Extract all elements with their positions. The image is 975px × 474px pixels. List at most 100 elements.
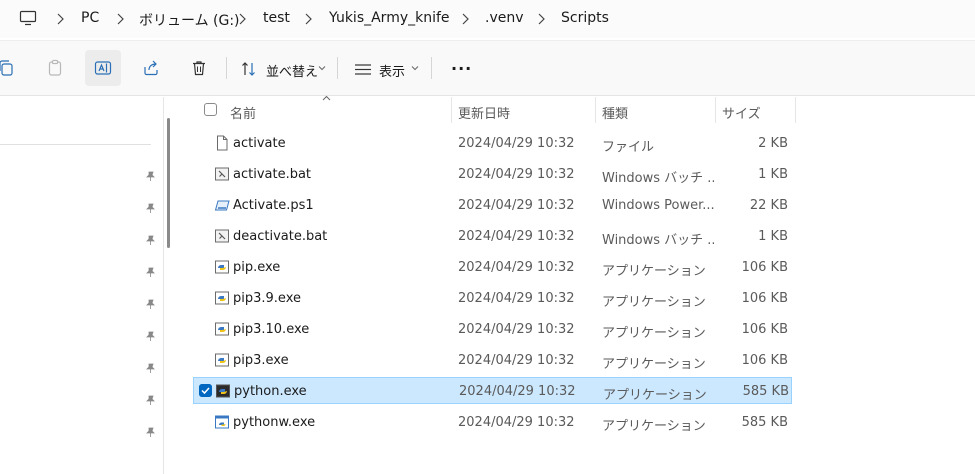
file-date: 2024/04/29 10:32 xyxy=(458,322,575,337)
file-date: 2024/04/29 10:32 xyxy=(458,198,575,213)
breadcrumb-project[interactable]: Yukis_Army_knife xyxy=(329,10,450,26)
view-button[interactable]: 表示 xyxy=(379,61,405,80)
file-name: activate.bat xyxy=(233,167,312,182)
file-row[interactable]: deactivate.bat 2024/04/29 10:32 Windows … xyxy=(193,223,792,250)
file-row[interactable]: pip3.exe 2024/04/29 10:32 アプリケーション 106 K… xyxy=(193,347,792,374)
file-date: 2024/04/29 10:32 xyxy=(458,167,575,182)
file-date: 2024/04/29 10:32 xyxy=(458,353,575,368)
chevron-right-icon[interactable] xyxy=(237,13,247,25)
file-size: 1 KB xyxy=(758,229,788,244)
chevron-right-icon[interactable] xyxy=(536,13,546,25)
sort-button[interactable]: 並べ替え xyxy=(266,61,318,80)
sort-icon[interactable] xyxy=(241,61,257,77)
navigation-pane[interactable] xyxy=(0,97,163,474)
file-type: アプリケーション xyxy=(602,357,706,372)
pin-icon[interactable] xyxy=(145,267,156,278)
file-date: 2024/04/29 10:32 xyxy=(458,260,575,275)
pane-divider[interactable] xyxy=(163,97,164,474)
pin-icon[interactable] xyxy=(145,235,156,246)
file-type: Windows バッチ ... xyxy=(602,233,714,248)
file-row[interactable]: pip.exe 2024/04/29 10:32 アプリケーション 106 KB xyxy=(193,254,792,281)
file-name: Activate.ps1 xyxy=(233,198,314,213)
trash-icon xyxy=(193,61,205,76)
file-size: 106 KB xyxy=(741,322,788,337)
pin-icon[interactable] xyxy=(145,171,156,182)
pin-icon[interactable] xyxy=(145,203,156,214)
chevron-down-icon[interactable] xyxy=(318,65,326,71)
file-name: pythonw.exe xyxy=(233,415,316,430)
powershell-file-icon xyxy=(214,200,230,211)
checkbox-checked-icon[interactable] xyxy=(199,384,212,397)
chevron-right-icon[interactable] xyxy=(115,13,125,25)
paste-button[interactable] xyxy=(37,50,73,86)
column-divider[interactable] xyxy=(715,97,716,123)
share-icon xyxy=(144,60,158,76)
file-date: 2024/04/29 10:32 xyxy=(458,136,575,151)
clipboard-icon xyxy=(48,59,62,76)
file-row[interactable]: activate 2024/04/29 10:32 ファイル 2 KB xyxy=(193,130,792,157)
file-name: deactivate.bat xyxy=(233,229,328,244)
column-divider[interactable] xyxy=(595,97,596,123)
pin-icon[interactable] xyxy=(145,331,156,342)
chevron-down-icon[interactable] xyxy=(411,65,419,71)
breadcrumb-scripts[interactable]: Scripts xyxy=(561,10,609,26)
view-list-icon[interactable] xyxy=(354,63,372,76)
file-size: 22 KB xyxy=(749,198,788,213)
file-type: Windows バッチ ... xyxy=(602,171,714,186)
nav-divider xyxy=(0,144,151,145)
breadcrumb-drive[interactable]: ボリューム (G:) xyxy=(139,10,240,30)
file-row[interactable]: pip3.10.exe 2024/04/29 10:32 アプリケーション 10… xyxy=(193,316,792,343)
batch-file-icon xyxy=(215,167,229,181)
python-window-icon xyxy=(215,415,229,429)
breadcrumb-venv[interactable]: .venv xyxy=(485,10,524,26)
pin-icon[interactable] xyxy=(145,427,156,438)
toolbar-divider xyxy=(431,57,432,79)
column-divider[interactable] xyxy=(451,97,452,123)
python-exe-icon xyxy=(215,291,229,305)
breadcrumb-pc[interactable]: PC xyxy=(81,10,99,26)
file-type: アプリケーション xyxy=(602,295,706,310)
pin-icon[interactable] xyxy=(145,363,156,374)
file-row[interactable]: pythonw.exe 2024/04/29 10:32 アプリケーション 58… xyxy=(193,409,792,436)
column-header-size[interactable]: サイズ xyxy=(722,103,761,129)
file-size: 2 KB xyxy=(758,136,788,151)
file-icon xyxy=(217,135,228,151)
file-name: python.exe xyxy=(234,384,307,399)
file-date: 2024/04/29 10:32 xyxy=(458,415,575,430)
file-type: アプリケーション xyxy=(602,326,706,341)
file-type: Windows Power... xyxy=(602,198,714,213)
column-header-name[interactable]: 名前 xyxy=(230,103,256,129)
chevron-right-icon[interactable] xyxy=(460,13,470,25)
file-name: pip3.exe xyxy=(233,353,289,368)
file-row[interactable]: activate.bat 2024/04/29 10:32 Windows バッ… xyxy=(193,161,792,188)
address-bar[interactable]: PC ボリューム (G:) test Yukis_Army_knife .ven… xyxy=(0,0,975,38)
column-header-date[interactable]: 更新日時 xyxy=(458,103,510,129)
delete-button[interactable] xyxy=(181,50,217,86)
file-type: アプリケーション xyxy=(603,388,707,403)
column-divider[interactable] xyxy=(795,97,796,123)
share-button[interactable] xyxy=(133,50,169,86)
python-exe-icon xyxy=(215,353,229,367)
file-date: 2024/04/29 10:32 xyxy=(459,384,576,399)
file-row-selected[interactable]: python.exe 2024/04/29 10:32 アプリケーション 585… xyxy=(193,377,792,404)
batch-file-icon xyxy=(215,229,229,243)
copy-icon xyxy=(0,60,13,76)
python-console-icon xyxy=(216,384,230,398)
more-options-button[interactable]: ... xyxy=(451,55,472,74)
pin-icon[interactable] xyxy=(145,395,156,406)
file-row[interactable]: pip3.9.exe 2024/04/29 10:32 アプリケーション 106… xyxy=(193,285,792,312)
select-all-checkbox[interactable] xyxy=(204,103,217,116)
rename-button[interactable] xyxy=(85,50,121,86)
chevron-right-icon[interactable] xyxy=(303,13,313,25)
breadcrumb-test[interactable]: test xyxy=(263,10,290,26)
column-header-type[interactable]: 種類 xyxy=(602,103,628,129)
python-exe-icon xyxy=(215,322,229,336)
file-date: 2024/04/29 10:32 xyxy=(458,229,575,244)
vertical-scrollbar[interactable] xyxy=(167,118,170,248)
copy-button[interactable] xyxy=(0,50,24,86)
file-row[interactable]: Activate.ps1 2024/04/29 10:32 Windows Po… xyxy=(193,192,792,219)
sort-ascending-icon xyxy=(322,95,331,101)
computer-icon[interactable] xyxy=(19,9,37,27)
chevron-right-icon[interactable] xyxy=(55,13,65,25)
pin-icon[interactable] xyxy=(145,299,156,310)
